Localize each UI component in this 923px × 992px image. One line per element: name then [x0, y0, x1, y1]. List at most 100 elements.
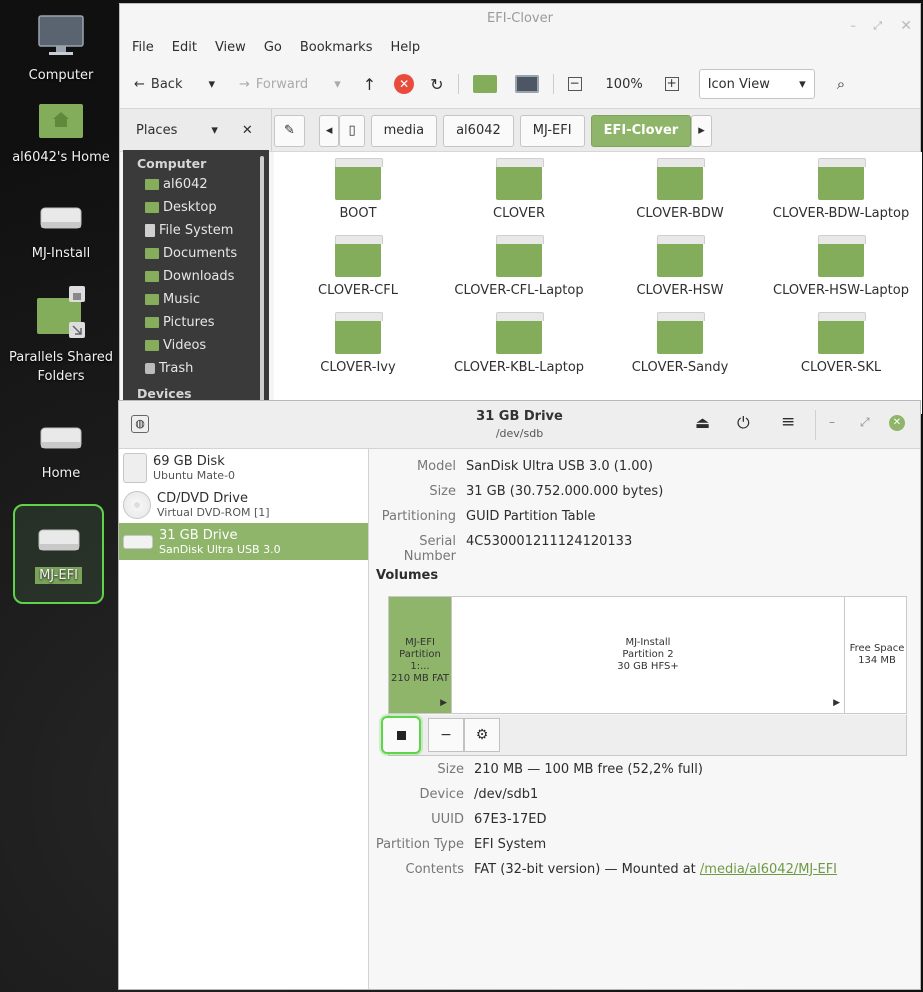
- stop-icon[interactable]: ✕: [394, 74, 415, 94]
- places-dropdown-icon[interactable]: ▾: [211, 123, 218, 138]
- breadcrumb-al6042[interactable]: al6042: [443, 115, 514, 147]
- unmount-button[interactable]: [381, 716, 421, 754]
- back-button[interactable]: ← Back: [134, 77, 182, 92]
- desktop-folder-icon: [145, 202, 159, 213]
- sidebar-item-file-system[interactable]: File System: [123, 219, 269, 242]
- close-icon[interactable]: ✕: [889, 415, 905, 431]
- home-folder-icon: [145, 179, 159, 190]
- window-titlebar[interactable]: EFI-Clover – ⤢ ✕: [120, 4, 920, 34]
- partition-settings-button[interactable]: ⚙: [464, 718, 500, 752]
- menu-edit[interactable]: Edit: [172, 40, 197, 55]
- forward-history-chevron-icon[interactable]: ▾: [334, 77, 341, 92]
- partition-size: 210 MB FAT: [391, 673, 449, 684]
- view-mode-select[interactable]: Icon View ▾: [698, 69, 815, 99]
- home-folder-icon[interactable]: [472, 75, 497, 93]
- desktop-icon-computer[interactable]: Computer: [6, 14, 116, 85]
- folder-item[interactable]: CLOVER-BDW: [600, 152, 760, 221]
- drive-item-69gb[interactable]: 69 GB Disk Ubuntu Mate-0: [119, 449, 368, 486]
- partition-segment-install[interactable]: MJ-Install Partition 2 30 GB HFS+ ▶: [451, 597, 845, 713]
- menu-view[interactable]: View: [215, 40, 246, 55]
- size-value: 31 GB (30.752.000.000 bytes): [466, 484, 664, 499]
- desktop-icon-mj-efi[interactable]: MJ-EFI: [13, 504, 104, 604]
- sidebar-item-downloads[interactable]: Downloads: [123, 265, 269, 288]
- breadcrumb-left-arrow-icon[interactable]: ◂: [318, 115, 340, 147]
- back-history-chevron-icon[interactable]: ▾: [208, 77, 215, 92]
- sidebar-scrollbar[interactable]: [260, 156, 264, 406]
- menu-help[interactable]: Help: [390, 40, 420, 55]
- breadcrumb-mj-efi[interactable]: MJ-EFI: [519, 115, 585, 147]
- stop-square-icon: [396, 730, 406, 740]
- breadcrumb-efi-clover[interactable]: EFI-Clover: [590, 115, 692, 147]
- maximize-icon[interactable]: ⤢: [860, 415, 870, 430]
- sidebar-item-trash[interactable]: Trash: [123, 357, 269, 380]
- sidebar-section-computer: Computer: [137, 156, 207, 171]
- up-arrow-icon[interactable]: ↑: [363, 75, 376, 94]
- root-drive-icon[interactable]: ▯: [339, 115, 365, 147]
- edit-location-pencil-icon[interactable]: ✎: [274, 115, 305, 147]
- file-system-icon: [145, 224, 155, 237]
- breadcrumb-right-arrow-icon[interactable]: ▸: [691, 115, 712, 147]
- folder-item[interactable]: CLOVER-CFL-Laptop: [439, 229, 599, 298]
- desktop-icon-home-folder[interactable]: al6042's Home: [6, 100, 116, 167]
- drive-item-31gb[interactable]: 31 GB Drive SanDisk Ultra USB 3.0: [119, 523, 368, 560]
- folder-item[interactable]: CLOVER-Sandy: [600, 306, 760, 375]
- close-icon[interactable]: ✕: [900, 11, 912, 41]
- drive-name: 31 GB Drive: [159, 527, 238, 543]
- folder-item[interactable]: CLOVER: [439, 152, 599, 221]
- sidebar-item-al6042[interactable]: al6042: [123, 173, 269, 196]
- forward-button[interactable]: → Forward: [239, 77, 308, 92]
- desktop-icon-parallels-shared[interactable]: Parallels Shared Folders: [6, 284, 116, 386]
- free-space-label: Free Space: [849, 643, 905, 654]
- computer-icon[interactable]: [514, 75, 539, 93]
- folder-item[interactable]: CLOVER-SKL: [761, 306, 921, 375]
- zoom-out-icon[interactable]: −: [567, 77, 582, 91]
- folder-item[interactable]: CLOVER-HSW: [600, 229, 760, 298]
- sidebar-item-pictures[interactable]: Pictures: [123, 311, 269, 334]
- delete-partition-button[interactable]: −: [428, 718, 464, 752]
- folder-item[interactable]: BOOT: [278, 152, 438, 221]
- sidebar-item-documents[interactable]: Documents: [123, 242, 269, 265]
- minimize-icon[interactable]: –: [829, 415, 835, 429]
- disks-headerbar[interactable]: ◍ 31 GB Drive /dev/sdb ⏏ ⏻ ≡ – ⤢ ✕: [119, 401, 920, 449]
- menu-bookmarks[interactable]: Bookmarks: [300, 40, 373, 55]
- search-icon[interactable]: ⌕: [837, 75, 845, 93]
- close-sidebar-icon[interactable]: ✕: [242, 123, 253, 138]
- breadcrumb: ✎ ◂ ▯ media al6042 MJ-EFI EFI-Clover ▸: [274, 115, 712, 147]
- sidebar-item-desktop[interactable]: Desktop: [123, 196, 269, 219]
- desktop-icon-label: Parallels Shared Folders: [8, 350, 114, 384]
- vol-uuid-value: 67E3-17ED: [474, 812, 547, 827]
- hamburger-menu-icon[interactable]: ≡: [781, 412, 795, 432]
- partition-number: Partition 1:...: [399, 649, 441, 672]
- folder-icon: [657, 235, 705, 277]
- folder-item[interactable]: CLOVER-Ivy: [278, 306, 438, 375]
- drive-icon: [40, 207, 82, 229]
- desktop-icon-mj-install[interactable]: MJ-Install: [6, 200, 116, 263]
- maximize-icon[interactable]: ⤢: [873, 11, 882, 41]
- vol-device-value: /dev/sdb1: [474, 787, 539, 802]
- folder-item[interactable]: CLOVER-CFL: [278, 229, 438, 298]
- power-off-icon[interactable]: ⏻: [737, 413, 750, 433]
- monitor-icon: [38, 15, 84, 55]
- reload-icon[interactable]: ↻: [430, 75, 443, 94]
- path-bar: Places ▾ ✕ ✎ ◂ ▯ media al6042 MJ-EFI EFI…: [120, 108, 920, 152]
- folder-item[interactable]: CLOVER-KBL-Laptop: [439, 306, 599, 375]
- zoom-in-icon[interactable]: +: [664, 77, 679, 91]
- sidebar-item-videos[interactable]: Videos: [123, 334, 269, 357]
- menu-file[interactable]: File: [132, 40, 154, 55]
- partition-name: MJ-Install: [625, 637, 671, 648]
- desktop-icon-home[interactable]: Home: [6, 420, 116, 483]
- vol-size-label: Size: [437, 762, 464, 777]
- drive-item-cd-dvd[interactable]: CD/DVD Drive Virtual DVD-ROM [1]: [119, 486, 368, 523]
- breadcrumb-media[interactable]: media: [370, 115, 438, 147]
- partition-number: Partition 2: [622, 649, 674, 660]
- folder-item[interactable]: CLOVER-HSW-Laptop: [761, 229, 921, 298]
- folder-item[interactable]: CLOVER-BDW-Laptop: [761, 152, 921, 221]
- partition-segment-efi[interactable]: MJ-EFI Partition 1:... 210 MB FAT ▶: [389, 597, 451, 713]
- mount-point-link[interactable]: /media/al6042/MJ-EFI: [700, 862, 837, 877]
- menu-go[interactable]: Go: [264, 40, 282, 55]
- minimize-icon[interactable]: –: [851, 11, 857, 41]
- folder-icon: [818, 158, 866, 200]
- eject-icon[interactable]: ⏏: [695, 413, 710, 432]
- partition-segment-free[interactable]: Free Space 134 MB: [846, 597, 908, 713]
- sidebar-item-music[interactable]: Music: [123, 288, 269, 311]
